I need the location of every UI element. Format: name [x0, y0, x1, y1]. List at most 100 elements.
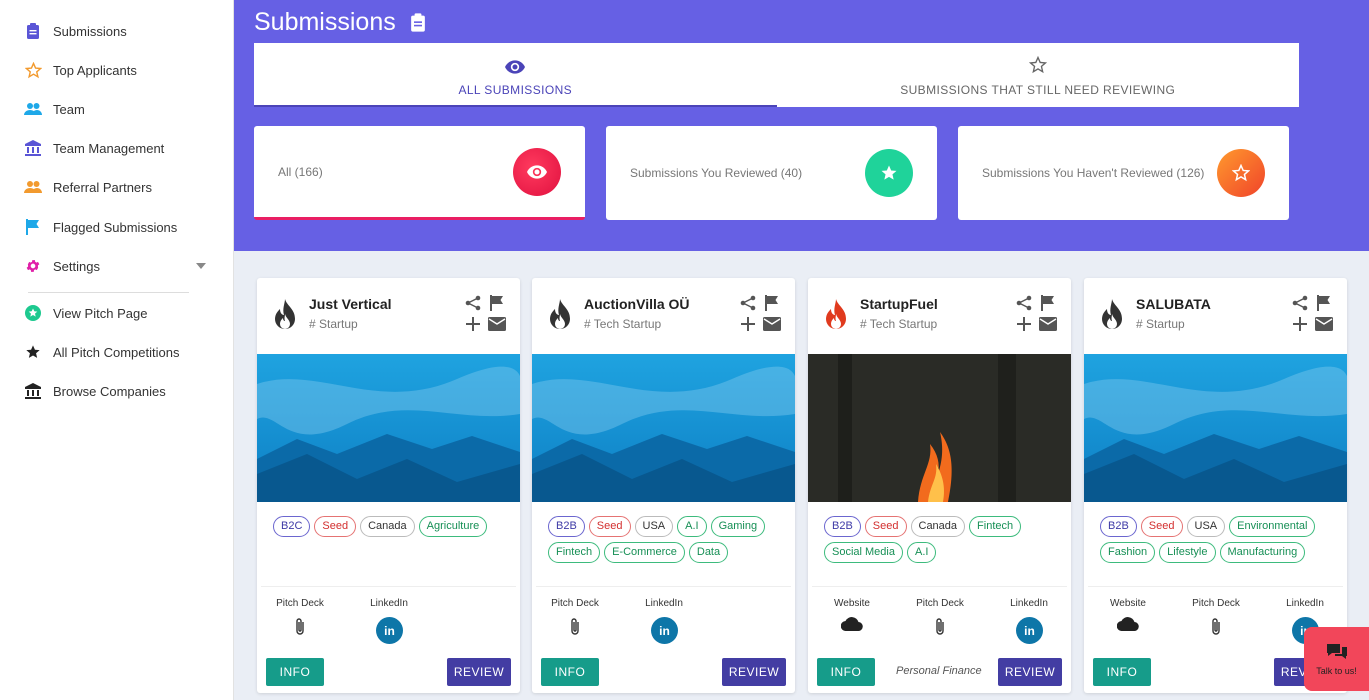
company-type: # Startup — [1136, 317, 1185, 331]
paperclip-link[interactable]: Pitch Deck — [535, 598, 615, 637]
paperclip-link[interactable]: Pitch Deck — [1176, 598, 1256, 637]
paperclip-link[interactable]: Pitch Deck — [900, 598, 980, 637]
chevron-down-icon[interactable] — [196, 263, 206, 269]
bank-icon — [24, 139, 42, 157]
info-button[interactable]: INFO — [817, 658, 875, 686]
card-divider — [536, 586, 791, 587]
link-label: LinkedIn — [645, 598, 683, 609]
sidebar-item-label: Top Applicants — [53, 62, 137, 78]
card-divider — [1088, 586, 1343, 587]
star-icon — [24, 343, 42, 361]
svg-text:in: in — [1024, 624, 1035, 638]
link-label: LinkedIn — [1286, 598, 1324, 609]
svg-text:in: in — [659, 624, 670, 638]
share-icon[interactable] — [462, 295, 484, 311]
flag-icon[interactable] — [1037, 295, 1059, 311]
star-outline-icon — [1217, 149, 1265, 197]
stat-card-all[interactable]: All (166) — [254, 126, 585, 220]
sidebar-item-team-management[interactable]: Team Management — [24, 138, 164, 158]
stat-card-not-reviewed[interactable]: Submissions You Haven't Reviewed (126) — [958, 126, 1289, 220]
sidebar-item-all-pitch-competitions[interactable]: All Pitch Competitions — [24, 342, 179, 362]
tag: Fintech — [969, 516, 1022, 537]
sidebar-item-referral-partners[interactable]: Referral Partners — [24, 177, 152, 197]
tag: Lifestyle — [1159, 542, 1216, 563]
linkedin-link[interactable]: LinkedIn in — [349, 598, 429, 644]
mail-icon[interactable] — [1037, 317, 1059, 331]
info-button[interactable]: INFO — [541, 658, 599, 686]
mail-icon[interactable] — [486, 317, 508, 331]
company-banner-image — [808, 354, 1071, 502]
sidebar-item-submissions[interactable]: Submissions — [24, 21, 127, 41]
company-type: # Startup — [309, 317, 358, 331]
bank-icon — [24, 382, 42, 400]
link-label: Pitch Deck — [276, 598, 324, 609]
submission-card: Just Vertical # Startup B2C Seed Canada Agr… — [257, 278, 520, 693]
company-type: # Tech Startup — [860, 317, 938, 331]
mail-icon[interactable] — [761, 317, 783, 331]
share-icon[interactable] — [1013, 295, 1035, 311]
info-button[interactable]: INFO — [266, 658, 324, 686]
people-icon — [24, 178, 42, 196]
plus-icon[interactable] — [462, 317, 484, 331]
flag-icon[interactable] — [1313, 295, 1335, 311]
link-label: Pitch Deck — [916, 598, 964, 609]
company-name: Just Vertical — [309, 296, 392, 312]
cloud-icon — [812, 617, 892, 631]
paperclip-link[interactable]: Pitch Deck — [260, 598, 340, 637]
cloud-link[interactable]: Website — [1088, 598, 1168, 631]
people-icon — [24, 100, 42, 118]
tag: Social Media — [824, 542, 903, 563]
flag-icon[interactable] — [486, 295, 508, 311]
mail-icon[interactable] — [1313, 317, 1335, 331]
tag: USA — [634, 516, 674, 537]
sidebar-item-team[interactable]: Team — [24, 99, 85, 119]
sidebar-item-label: Flagged Submissions — [53, 219, 178, 235]
svg-text:in: in — [384, 624, 395, 638]
review-button[interactable]: REVIEW — [998, 658, 1062, 686]
share-icon[interactable] — [1289, 295, 1311, 311]
chat-label: Talk to us! — [1316, 666, 1357, 676]
linkedin-icon: in — [349, 617, 429, 644]
tag: Fintech — [548, 542, 601, 563]
paperclip-icon — [1176, 617, 1256, 637]
cloud-link[interactable]: Website — [812, 598, 892, 631]
sidebar-item-view-pitch-page[interactable]: View Pitch Page — [24, 303, 147, 323]
chat-widget[interactable]: Talk to us! — [1304, 627, 1369, 691]
plus-icon[interactable] — [737, 317, 759, 331]
tag: USA — [1186, 516, 1226, 537]
tag: Data — [688, 542, 729, 563]
sidebar: Submissions Top Applicants Team Team Man… — [0, 0, 234, 700]
cloud-icon — [1088, 617, 1168, 631]
linkedin-link[interactable]: LinkedIn in — [989, 598, 1069, 644]
tab-all-submissions[interactable]: ALL SUBMISSIONS — [254, 43, 777, 107]
review-button[interactable]: REVIEW — [447, 658, 511, 686]
share-icon[interactable] — [737, 295, 759, 311]
stat-card-reviewed[interactable]: Submissions You Reviewed (40) — [606, 126, 937, 220]
flag-icon[interactable] — [761, 295, 783, 311]
plus-icon[interactable] — [1289, 317, 1311, 331]
sidebar-item-label: Referral Partners — [53, 179, 152, 195]
sidebar-item-flagged-submissions[interactable]: Flagged Submissions — [24, 217, 177, 237]
star-icon — [865, 149, 913, 197]
company-name: StartupFuel — [860, 296, 938, 312]
info-button[interactable]: INFO — [1093, 658, 1151, 686]
page-title: Submissions — [254, 8, 426, 37]
company-logo — [819, 298, 853, 334]
card-divider — [261, 586, 516, 587]
tab-need-reviewing[interactable]: SUBMISSIONS THAT STILL NEED REVIEWING — [777, 43, 1300, 107]
review-button[interactable]: REVIEW — [722, 658, 786, 686]
plus-icon[interactable] — [1013, 317, 1035, 331]
linkedin-link[interactable]: LinkedIn in — [624, 598, 704, 644]
tag: Seed — [588, 516, 631, 537]
sidebar-item-top-applicants[interactable]: Top Applicants — [24, 60, 137, 80]
sidebar-item-browse-companies[interactable]: Browse Companies — [24, 381, 166, 401]
gear-icon — [24, 257, 42, 275]
stat-label: Submissions You Haven't Reviewed (126) — [982, 166, 1205, 180]
link-label: Pitch Deck — [551, 598, 599, 609]
sidebar-item-settings[interactable]: Settings — [24, 256, 100, 276]
sidebar-item-label: Browse Companies — [53, 383, 166, 399]
eye-icon — [505, 60, 526, 74]
tag: B2B — [824, 516, 861, 537]
tag: Gaming — [710, 516, 766, 537]
star-outline-icon — [1028, 56, 1047, 74]
